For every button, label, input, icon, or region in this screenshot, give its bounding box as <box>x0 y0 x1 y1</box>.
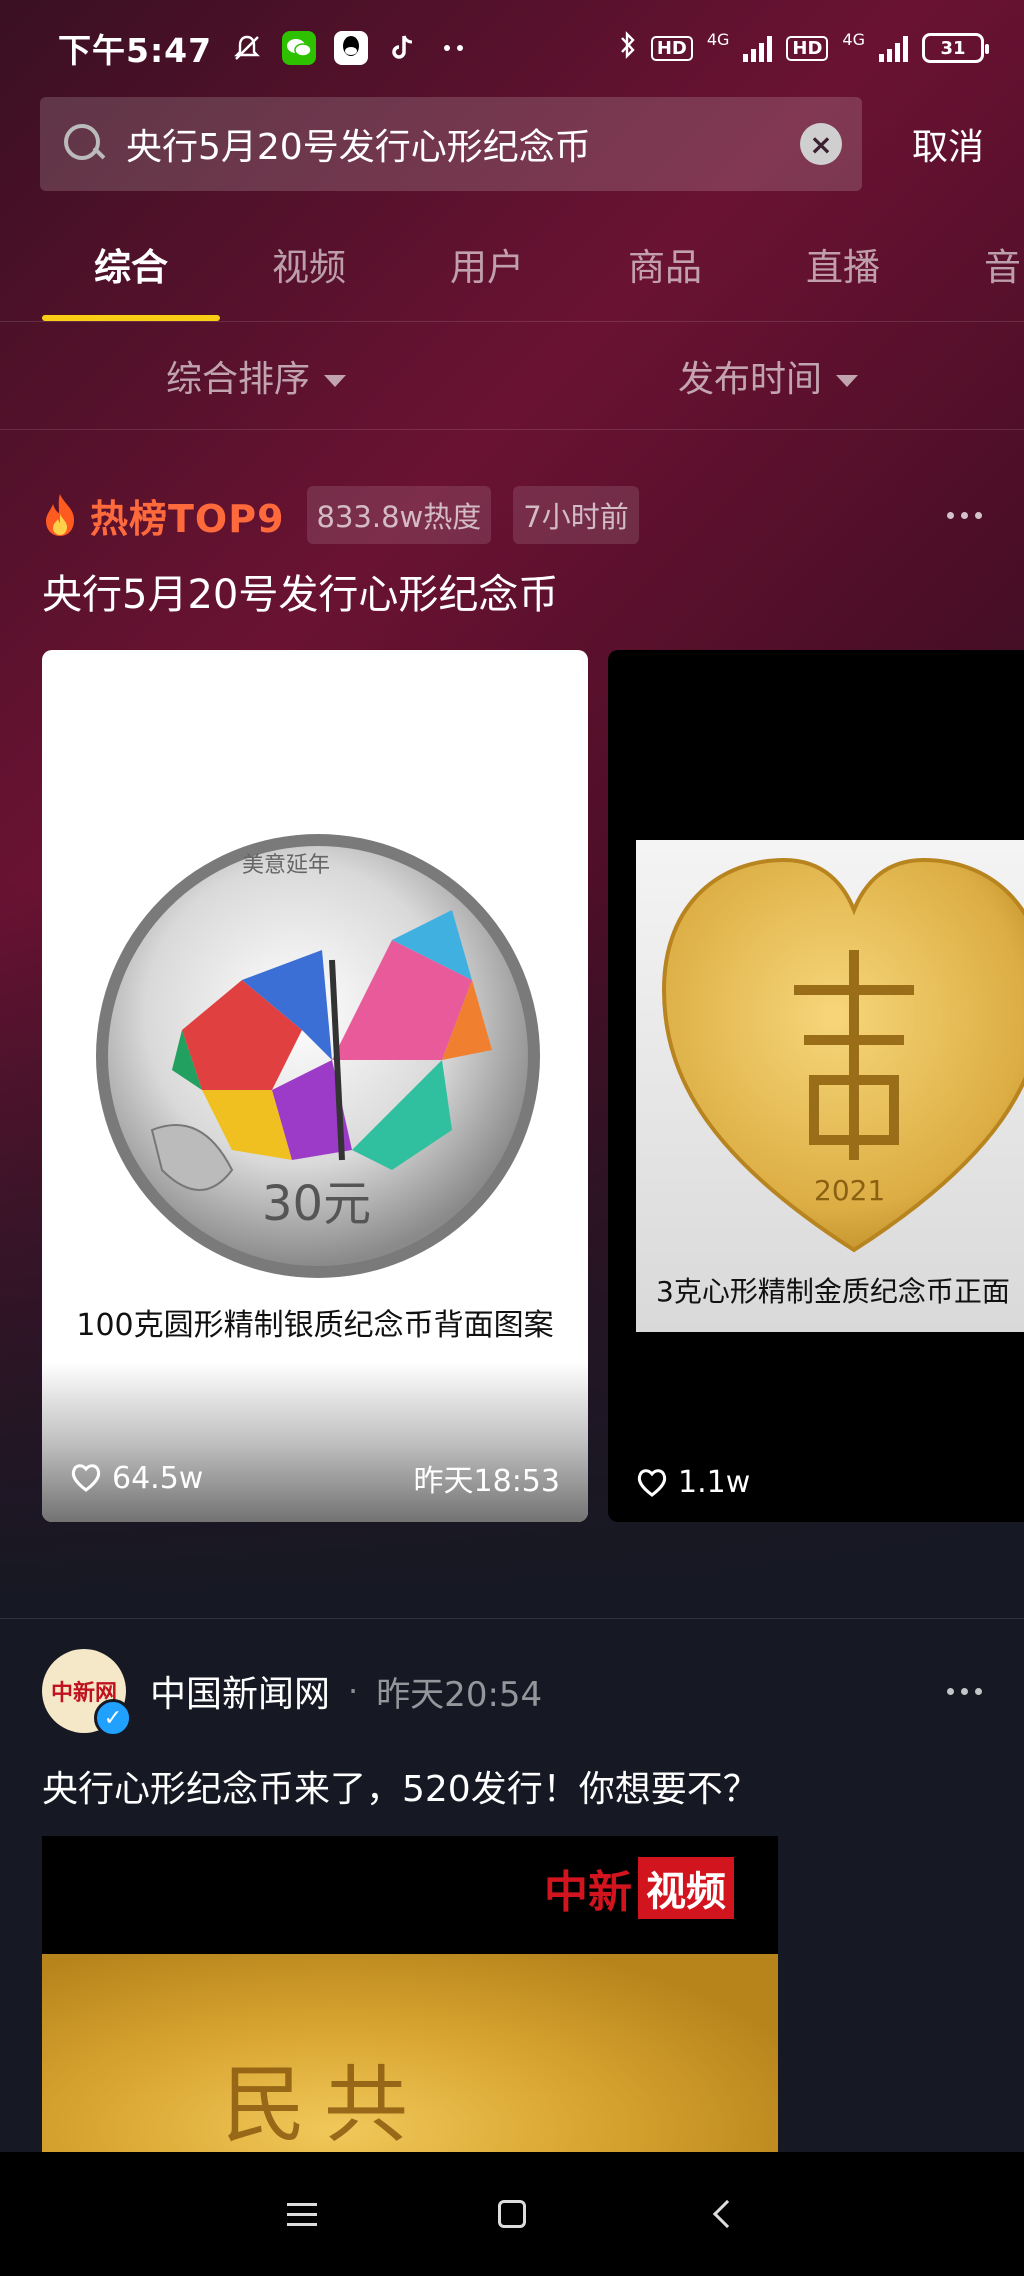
back-icon <box>712 2199 742 2229</box>
heat-tag: 833.8w热度 <box>306 486 492 544</box>
video-carousel: 美意延年 30元 100克圆形精制银质纪念币背面图案 64.5w 昨天18:53 <box>0 650 1024 1522</box>
tab-live[interactable]: 直播 <box>754 237 932 291</box>
coin-value-text: 30元 <box>262 1176 371 1232</box>
more-options-icon[interactable] <box>947 511 982 519</box>
sort-filter-label: 综合排序 <box>165 358 310 400</box>
search-box[interactable]: × <box>40 97 862 191</box>
home-icon <box>498 2200 526 2228</box>
recents-button[interactable] <box>197 2202 407 2226</box>
post-video-thumbnail[interactable]: 民共 中新 视频 <box>42 1836 778 2156</box>
post-text[interactable]: 央行心形纪念币来了，520发行！你想要不？ <box>0 1763 1024 1817</box>
flame-icon <box>46 494 74 536</box>
post-author[interactable]: 中国新闻网 <box>150 1665 330 1717</box>
tab-users[interactable]: 用户 <box>398 237 576 291</box>
verified-badge-icon: ✓ <box>94 1699 132 1737</box>
battery-level: 31 <box>940 37 966 59</box>
section-divider <box>0 1618 1024 1619</box>
chinanews-video-logo: 中新 视频 <box>544 1856 734 1920</box>
tab-products[interactable]: 商品 <box>576 237 754 291</box>
hot-rank-label: 热榜TOP9 <box>90 496 285 541</box>
battery-icon: 31 <box>922 33 989 63</box>
filter-bar: 综合排序 发布时间 <box>0 322 1024 430</box>
hot-topic-meta: 热榜TOP9 833.8w热度 7小时前 <box>0 486 1024 544</box>
wechat-icon <box>282 31 317 65</box>
signal-icon <box>743 34 773 62</box>
heart-icon[interactable] <box>636 1468 668 1498</box>
post-time: 昨天20:54 <box>376 1674 543 1715</box>
search-row: × 取消 <box>0 96 1024 192</box>
signal-icon-2 <box>879 34 908 62</box>
network-type-2: 4G <box>842 30 865 49</box>
coin-inscription: 民共 <box>222 2056 427 2154</box>
search-input[interactable] <box>126 123 800 165</box>
post-header: 中新网 ✓ 中国新闻网 · 昨天20:54 <box>0 1649 1024 1737</box>
coin-top-text: 美意延年 <box>242 853 330 878</box>
heart-coin-image: 2021 3克心形精制金质纪念币正面 <box>636 840 1024 1332</box>
silver-coin-image: 美意延年 30元 <box>96 834 540 1278</box>
logo-text: 中新 <box>544 1867 632 1918</box>
status-time: 下午5:47 <box>58 31 213 70</box>
logo-box-text: 视频 <box>638 1857 734 1919</box>
gold-coin-closeup: 民共 <box>42 1954 778 2156</box>
card-footer: 64.5w 昨天18:53 <box>70 1456 560 1500</box>
sort-filter[interactable]: 综合排序 <box>0 350 512 402</box>
search-icon <box>62 122 106 166</box>
more-options-icon[interactable] <box>947 1687 982 1695</box>
menu-icon <box>287 2202 317 2226</box>
home-button[interactable] <box>407 2200 617 2228</box>
time-filter[interactable]: 发布时间 <box>512 350 1024 402</box>
avatar[interactable]: 中新网 ✓ <box>42 1649 132 1737</box>
status-bar: 下午5:47 HD 4G HD 4G 31 <box>0 0 1024 96</box>
video-card[interactable]: 美意延年 30元 100克圆形精制银质纪念币背面图案 64.5w 昨天18:53 <box>42 650 588 1522</box>
tab-music[interactable]: 音 <box>932 237 1024 291</box>
age-tag: 7小时前 <box>513 486 639 544</box>
separator-dot: · <box>348 1672 359 1710</box>
search-tabs: 综合 视频 用户 商品 直播 音 <box>0 206 1024 322</box>
active-tab-indicator <box>42 315 220 321</box>
network-type-1: 4G <box>706 30 730 49</box>
hd-badge-2: HD <box>786 35 829 61</box>
card-footer: 1.1w 7 <box>636 1465 1024 1500</box>
hd-badge: HD <box>650 35 693 61</box>
coin-year: 2021 <box>814 1174 885 1207</box>
tab-comprehensive[interactable]: 综合 <box>42 237 220 291</box>
system-nav-bar <box>0 2152 1024 2276</box>
card-caption: 3克心形精制金质纪念币正面 <box>656 1275 1010 1308</box>
bluetooth-icon <box>619 30 637 66</box>
qq-icon <box>334 31 369 65</box>
card-time: 昨天18:53 <box>413 1464 560 1499</box>
caret-down-icon <box>324 374 346 387</box>
card-caption: 100克圆形精制银质纪念币背面图案 <box>76 1308 554 1343</box>
back-button[interactable] <box>617 2199 827 2229</box>
caret-down-icon <box>836 374 858 387</box>
tiktok-icon <box>386 31 420 65</box>
cancel-button[interactable]: 取消 <box>912 118 984 170</box>
tab-video[interactable]: 视频 <box>220 237 398 291</box>
gold-heart-coin: 2021 <box>661 857 1024 1253</box>
video-card[interactable]: 2021 3克心形精制金质纪念币正面 1.1w 7 <box>608 650 1024 1522</box>
time-filter-label: 发布时间 <box>677 358 822 400</box>
more-notifications-icon <box>438 31 472 65</box>
hot-topic-title[interactable]: 央行5月20号发行心形纪念币 <box>0 562 1024 620</box>
heart-icon[interactable] <box>70 1463 102 1493</box>
like-count: 1.1w <box>678 1465 751 1500</box>
mute-bell-icon <box>230 31 264 65</box>
like-count: 64.5w <box>112 1460 204 1496</box>
clear-search-button[interactable]: × <box>800 123 842 165</box>
